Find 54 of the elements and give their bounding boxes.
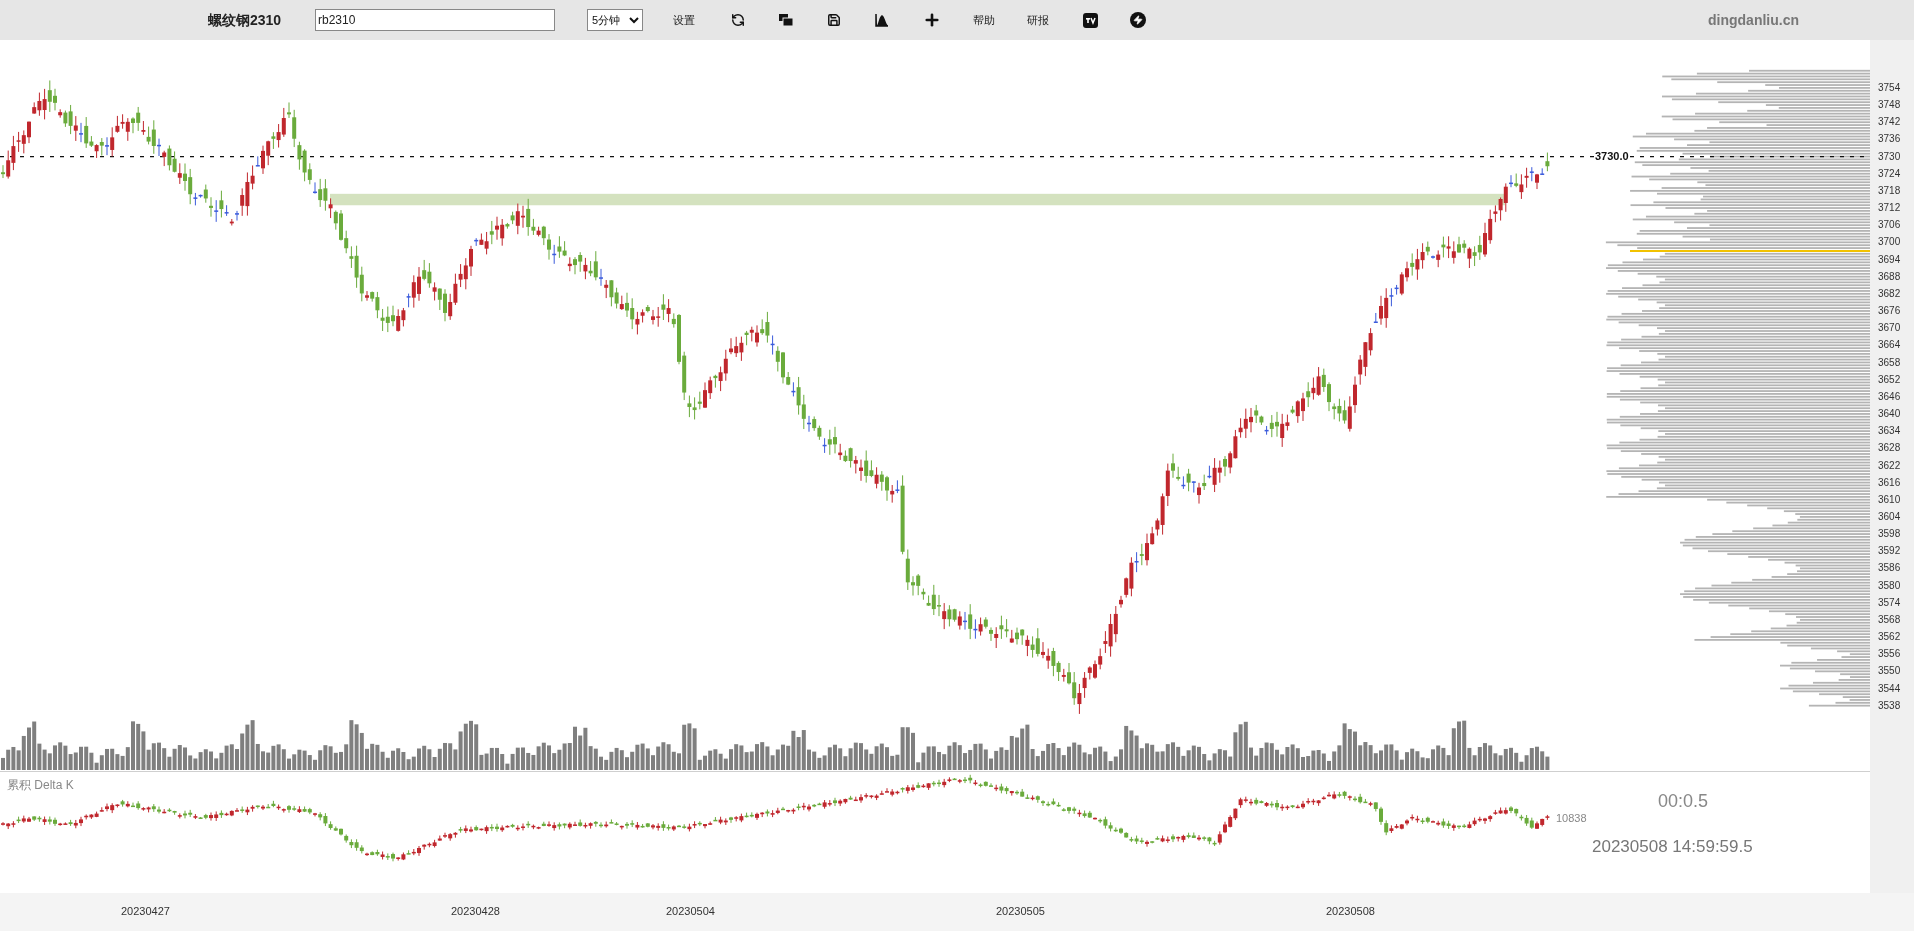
price-tick-label: 3616 — [1878, 476, 1901, 489]
price-tick-label: 3556 — [1878, 648, 1901, 661]
price-tick-label: 3598 — [1878, 528, 1901, 541]
price-tick-label: 3658 — [1878, 356, 1901, 369]
price-tick-label: 3694 — [1878, 253, 1901, 266]
delta-last-value: 10838 — [1556, 811, 1587, 826]
price-tick-label: 3628 — [1878, 442, 1901, 455]
price-tick-label: 3676 — [1878, 305, 1901, 318]
instrument-title: 螺纹钢2310 — [208, 10, 283, 30]
date-axis-label: 20230427 — [121, 904, 170, 919]
date-axis-label: 20230505 — [996, 904, 1045, 919]
price-tick-label: 3712 — [1878, 202, 1901, 215]
price-tick-label: 3730 — [1878, 150, 1901, 163]
price-tick-label: 3574 — [1878, 596, 1901, 609]
timer-text: 00:0.5 — [1658, 790, 1709, 813]
price-tick-label: 3622 — [1878, 459, 1901, 472]
price-tick-label: 3718 — [1878, 184, 1901, 197]
price-tick-label: 3610 — [1878, 493, 1901, 506]
site-name: dingdanliu.cn — [1708, 10, 1799, 30]
timestamp-text: 20230508 14:59:59.5 — [1592, 836, 1753, 858]
price-tick-label: 3568 — [1878, 613, 1901, 626]
price-tick-label: 3586 — [1878, 562, 1901, 575]
date-axis-label: 20230508 — [1326, 904, 1375, 919]
price-tick-label: 3550 — [1878, 665, 1901, 678]
price-tick-label: 3544 — [1878, 682, 1901, 695]
help-button[interactable]: 帮助 — [973, 11, 995, 29]
delta-panel-label: 累积 Delta K — [7, 777, 74, 794]
price-tick-label: 3562 — [1878, 631, 1901, 644]
research-button[interactable]: 研报 — [1027, 11, 1049, 29]
price-tick-label: 3706 — [1878, 219, 1901, 232]
symbol-input[interactable]: rb2310 — [315, 9, 555, 31]
price-tick-label: 3670 — [1878, 322, 1901, 335]
date-axis-label: 20230504 — [666, 904, 715, 919]
price-tick-label: 3634 — [1878, 425, 1901, 438]
settings-button[interactable]: 设置 — [673, 11, 695, 29]
price-tick-label: 3580 — [1878, 579, 1901, 592]
price-tick-label: 3742 — [1878, 116, 1901, 129]
price-tick-label: 3748 — [1878, 99, 1901, 112]
price-tick-label: 3640 — [1878, 408, 1901, 421]
price-tick-label: 3724 — [1878, 167, 1901, 180]
price-tick-label: 3754 — [1878, 82, 1901, 94]
price-tick-label: 3538 — [1878, 699, 1901, 712]
price-tick-label: 3736 — [1878, 133, 1901, 146]
date-axis-label: 20230428 — [451, 904, 500, 919]
price-tick-label: 3682 — [1878, 287, 1901, 300]
current-price-label: 3730.0 — [1594, 149, 1630, 163]
price-tick-label: 3652 — [1878, 373, 1901, 386]
price-tick-label: 3664 — [1878, 339, 1901, 352]
price-tick-label: 3604 — [1878, 511, 1901, 523]
interval-select[interactable]: 5分钟 — [587, 9, 643, 31]
price-tick-label: 3646 — [1878, 390, 1901, 403]
price-tick-label: 3700 — [1878, 236, 1901, 249]
price-tick-label: 3592 — [1878, 545, 1901, 558]
price-tick-label: 3688 — [1878, 270, 1901, 283]
